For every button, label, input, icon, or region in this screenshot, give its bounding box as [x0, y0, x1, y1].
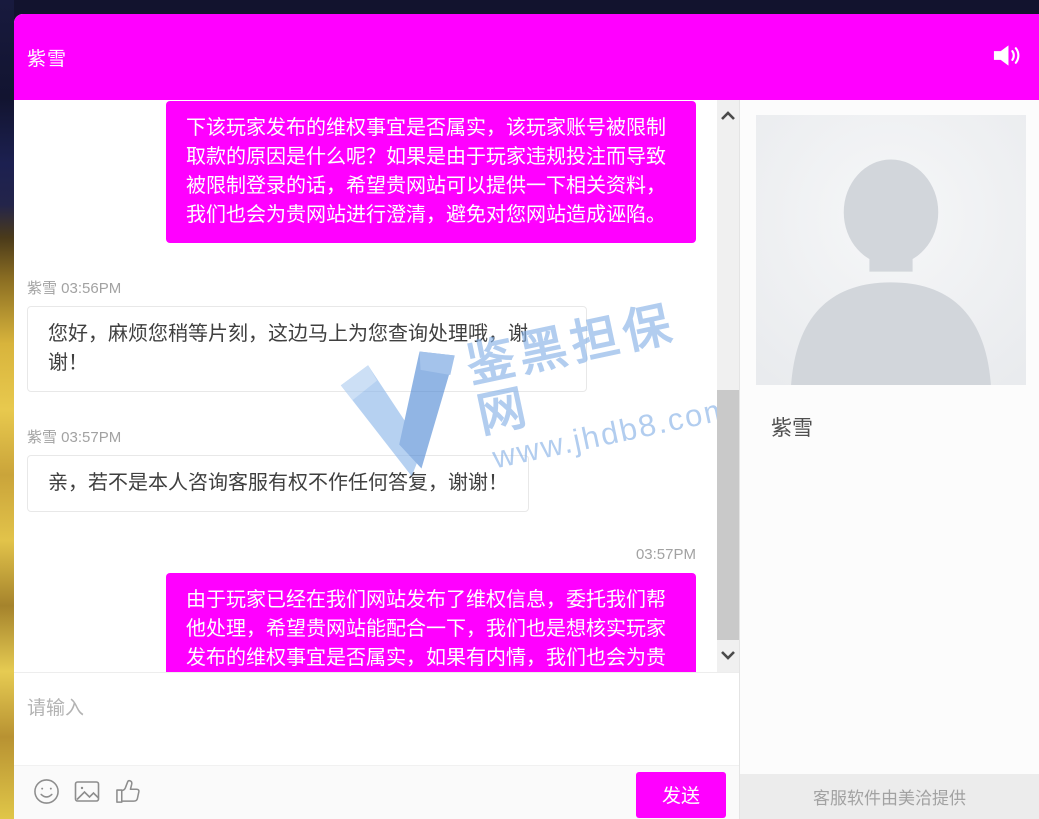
smiley-icon: [33, 778, 60, 808]
message-bubble: 下该玩家发布的维权事宜是否属实，该玩家账号被限制取款的原因是什么呢？如果是由于玩…: [166, 101, 696, 243]
composer-toolbar: 发送: [14, 765, 739, 819]
message-bubble: 由于玩家已经在我们网站发布了维权信息，委托我们帮他处理，希望贵网站能配合一下，我…: [166, 573, 696, 672]
message-meta: 紫雪 03:57PM: [27, 426, 717, 447]
scroll-up-button[interactable]: [717, 106, 739, 126]
message-bubble: 您好，麻烦您稍等片刻，这边马上为您查询处理哦，谢谢！: [27, 306, 587, 392]
agent-sidebar: 紫雪 客服软件由美洽提供: [740, 100, 1039, 819]
message-input[interactable]: [27, 693, 725, 757]
agent-name: 紫雪: [771, 412, 1039, 442]
provider-footer-label: 客服软件由美洽提供: [813, 784, 966, 809]
message-meta: 紫雪 03:56PM: [27, 277, 717, 298]
speaker-icon: [992, 43, 1023, 71]
avatar-placeholder-icon: [756, 373, 1026, 386]
chat-column: 下该玩家发布的维权事宜是否属实，该玩家账号被限制取款的原因是什么呢？如果是由于玩…: [14, 100, 740, 819]
chevron-down-icon: [720, 648, 736, 663]
scrollbar-thumb[interactable]: [717, 390, 739, 640]
image-upload-button[interactable]: [73, 778, 101, 808]
avatar: [756, 114, 1026, 386]
message-group: 紫雪 03:57PM 亲，若不是本人咨询客服有权不作任何答复，谢谢！: [14, 426, 717, 512]
message-group: 紫雪 03:56PM 您好，麻烦您稍等片刻，这边马上为您查询处理哦，谢谢！: [14, 277, 717, 392]
message-meta: 03:57PM: [14, 546, 696, 563]
image-icon: [73, 778, 101, 808]
sound-toggle-button[interactable]: [992, 43, 1023, 71]
thumbs-up-button[interactable]: [114, 778, 143, 808]
message-list[interactable]: 下该玩家发布的维权事宜是否属实，该玩家账号被限制取款的原因是什么呢？如果是由于玩…: [14, 100, 717, 672]
emoji-button[interactable]: [33, 778, 60, 808]
provider-footer: 客服软件由美洽提供: [740, 774, 1039, 819]
send-button[interactable]: 发送: [636, 772, 726, 818]
page-background: [0, 0, 14, 819]
message-bubble: 亲，若不是本人咨询客服有权不作任何答复，谢谢！: [27, 455, 529, 512]
chevron-up-icon: [720, 109, 736, 124]
thumbs-up-icon: [114, 778, 143, 808]
message-group: 下该玩家发布的维权事宜是否属实，该玩家账号被限制取款的原因是什么呢？如果是由于玩…: [14, 101, 717, 243]
agent-title: 紫雪: [27, 44, 67, 71]
chat-header: 紫雪: [14, 14, 1039, 100]
composer: [14, 672, 739, 765]
message-group: 03:57PM 由于玩家已经在我们网站发布了维权信息，委托我们帮他处理，希望贵网…: [14, 546, 717, 672]
scroll-down-button[interactable]: [717, 645, 739, 665]
chat-window: 紫雪 下该玩家发布的维权事宜是否属实，该玩家账号被限制取款的原因是什么呢？如果是…: [14, 14, 1039, 819]
scrollbar[interactable]: [717, 100, 739, 672]
